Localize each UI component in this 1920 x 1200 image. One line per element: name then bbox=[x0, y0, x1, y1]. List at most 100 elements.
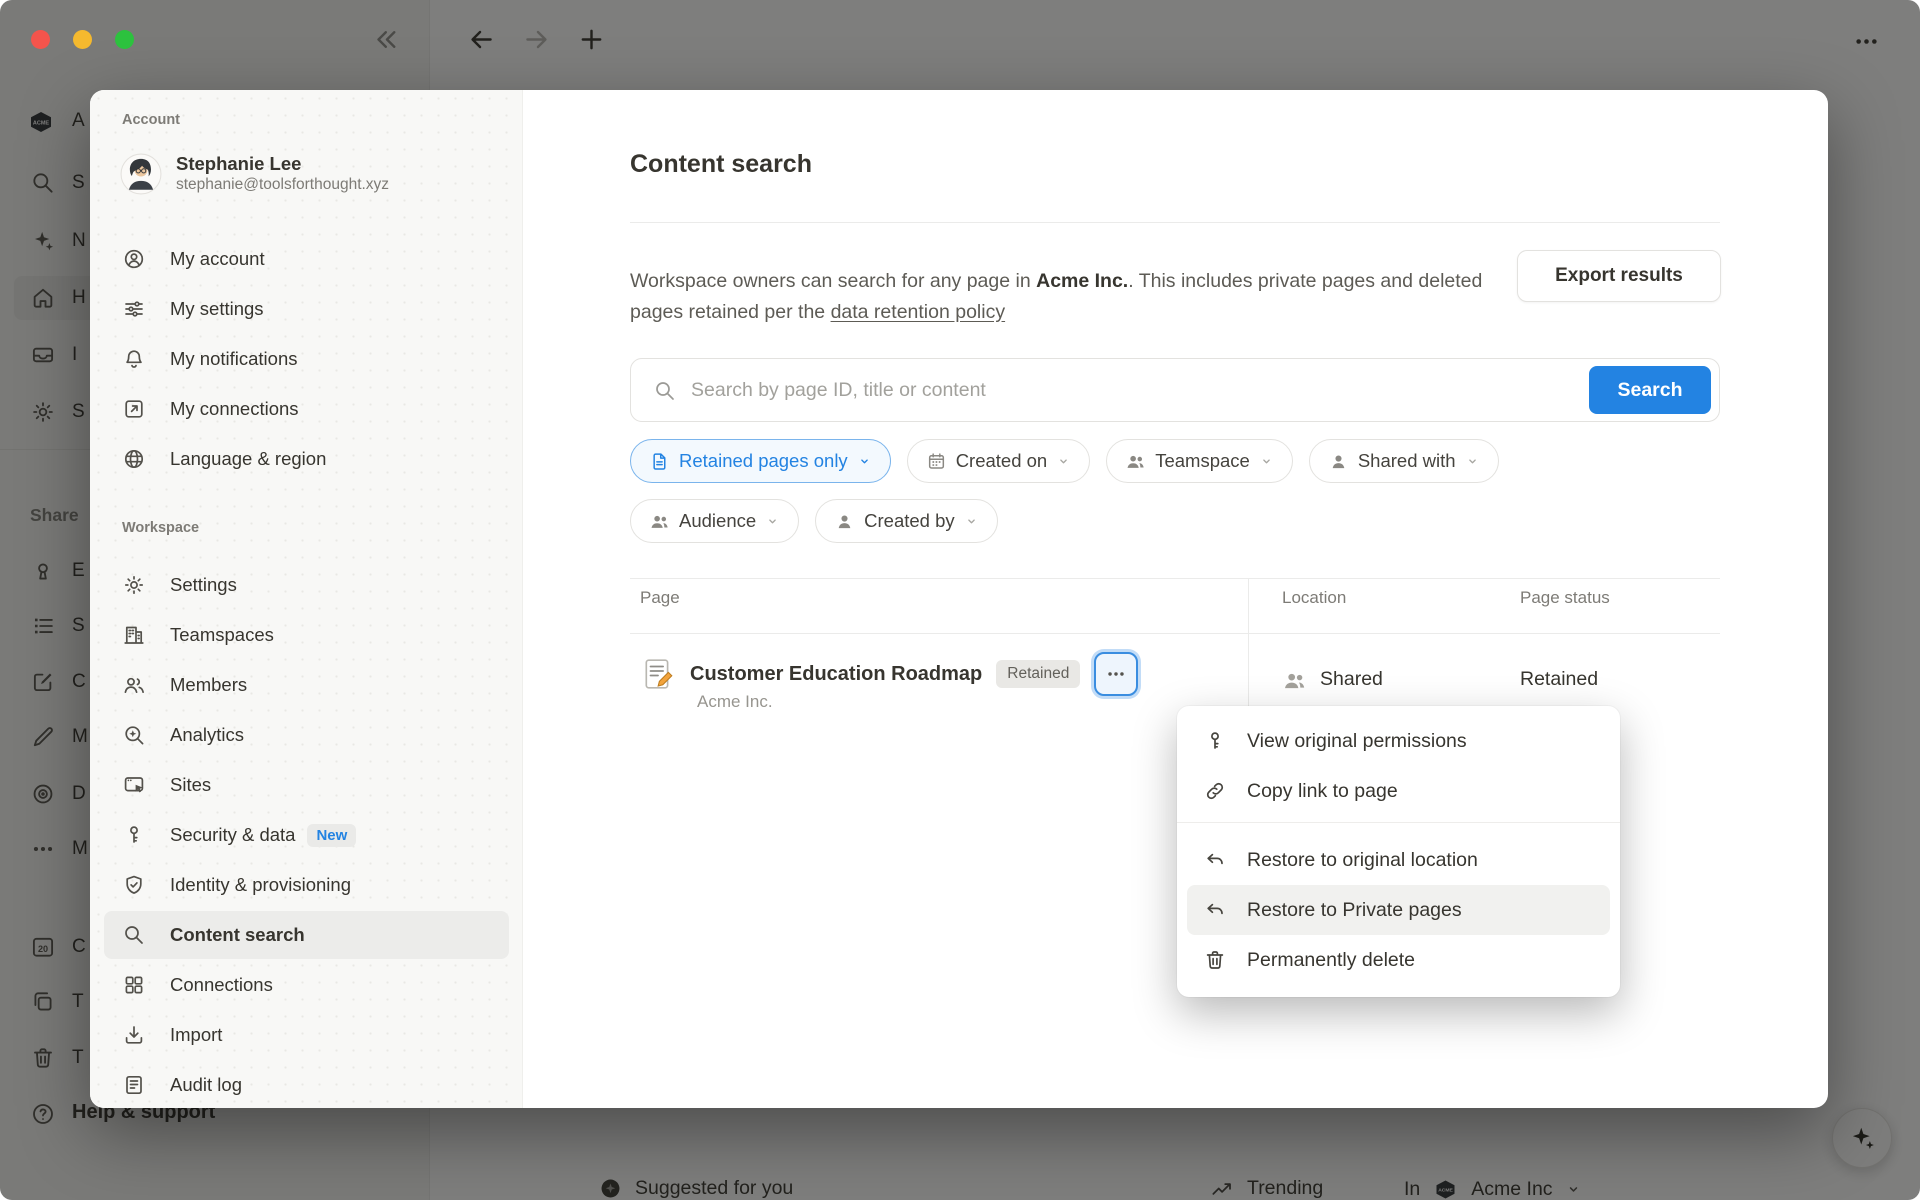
search-icon bbox=[653, 379, 677, 403]
gear-icon bbox=[122, 573, 146, 597]
nav-item-analytics[interactable]: Analytics bbox=[90, 711, 523, 759]
undo-arrow-icon bbox=[1203, 898, 1227, 922]
people-icon bbox=[649, 511, 670, 532]
workspace-name-bold: Acme Inc. bbox=[1036, 270, 1128, 292]
nav-item-settings[interactable]: Settings bbox=[90, 561, 523, 609]
row-actions-menu: View original permissions Copy link to p… bbox=[1177, 706, 1620, 997]
filter-row-2: Audience Created by bbox=[630, 499, 998, 543]
nav-item-security-data[interactable]: Security & data New bbox=[90, 811, 523, 859]
shared-people-icon bbox=[1282, 668, 1307, 693]
app-window: ACME A S N H I S Share E S C M D bbox=[0, 0, 1920, 1200]
nav-item-my-notifications[interactable]: My notifications bbox=[90, 335, 523, 383]
filter-retained-pages-only[interactable]: Retained pages only bbox=[630, 439, 891, 483]
data-retention-policy-link[interactable]: data retention policy bbox=[831, 301, 1006, 323]
external-link-icon bbox=[122, 397, 146, 421]
undo-arrow-icon bbox=[1203, 848, 1227, 872]
page-description: Workspace owners can search for any page… bbox=[630, 266, 1490, 328]
nav-item-audit-log[interactable]: Audit log bbox=[90, 1061, 523, 1108]
user-email: stephanie@toolsforthought.xyz bbox=[176, 175, 389, 195]
column-header-page: Page bbox=[640, 588, 680, 608]
page-title: Content search bbox=[630, 150, 812, 179]
shield-check-icon bbox=[122, 873, 146, 897]
chevron-down-icon bbox=[1465, 454, 1480, 469]
table-row[interactable]: Customer Education Roadmap Retained bbox=[640, 650, 1138, 698]
document-icon bbox=[649, 451, 670, 472]
search-button[interactable]: Search bbox=[1589, 366, 1711, 414]
browser-cursor-icon bbox=[122, 773, 146, 797]
import-icon bbox=[122, 1023, 146, 1047]
page-workspace-subtitle: Acme Inc. bbox=[697, 692, 773, 712]
menu-item-view-original-permissions[interactable]: View original permissions bbox=[1177, 716, 1620, 766]
filter-shared-with[interactable]: Shared with bbox=[1309, 439, 1499, 483]
minimize-window-button[interactable] bbox=[73, 30, 92, 49]
chevron-down-icon bbox=[1056, 454, 1071, 469]
account-section-label: Account bbox=[122, 112, 180, 128]
chevron-down-icon bbox=[964, 514, 979, 529]
retained-badge: Retained bbox=[996, 660, 1080, 688]
globe-icon bbox=[122, 447, 146, 471]
new-badge: New bbox=[307, 824, 356, 847]
avatar bbox=[120, 153, 162, 195]
sliders-icon bbox=[122, 297, 146, 321]
nav-item-sites[interactable]: Sites bbox=[90, 761, 523, 809]
filter-teamspace[interactable]: Teamspace bbox=[1106, 439, 1293, 483]
ellipsis-icon bbox=[1105, 663, 1127, 685]
nav-item-connections[interactable]: Connections bbox=[90, 961, 523, 1009]
column-header-location: Location bbox=[1282, 588, 1346, 608]
nav-item-my-settings[interactable]: My settings bbox=[90, 285, 523, 333]
building-icon bbox=[122, 623, 146, 647]
chevron-down-icon bbox=[1259, 454, 1274, 469]
page-title-cell[interactable]: Customer Education Roadmap bbox=[690, 663, 982, 686]
status-cell: Retained bbox=[1520, 668, 1598, 691]
calendar-icon bbox=[926, 451, 947, 472]
key-icon bbox=[122, 823, 146, 847]
table-header-border bbox=[630, 633, 1720, 634]
key-icon bbox=[1203, 729, 1227, 753]
nav-item-members[interactable]: Members bbox=[90, 661, 523, 709]
search-icon bbox=[122, 923, 146, 947]
user-name: Stephanie Lee bbox=[176, 152, 389, 175]
nav-item-identity-provisioning[interactable]: Identity & provisioning bbox=[90, 861, 523, 909]
nav-item-my-connections[interactable]: My connections bbox=[90, 385, 523, 433]
menu-divider bbox=[1177, 822, 1620, 823]
person-icon bbox=[1328, 451, 1349, 472]
nav-item-teamspaces[interactable]: Teamspaces bbox=[90, 611, 523, 659]
settings-nav: Account Stephanie Lee stephanie@toolsfor… bbox=[90, 90, 523, 1108]
page-memo-icon bbox=[640, 656, 676, 692]
menu-item-permanently-delete[interactable]: Permanently delete bbox=[1177, 935, 1620, 985]
export-results-button[interactable]: Export results bbox=[1517, 250, 1721, 302]
people-icon bbox=[122, 673, 146, 697]
filter-created-on[interactable]: Created on bbox=[907, 439, 1091, 483]
content-search-bar: Search bbox=[630, 358, 1720, 422]
menu-item-restore-private-pages[interactable]: Restore to Private pages bbox=[1187, 885, 1610, 935]
chevron-down-icon bbox=[857, 454, 872, 469]
current-user[interactable]: Stephanie Lee stephanie@toolsforthought.… bbox=[120, 152, 389, 195]
nav-item-content-search[interactable]: Content search bbox=[104, 911, 509, 959]
search-input[interactable] bbox=[689, 360, 1569, 420]
nav-item-import[interactable]: Import bbox=[90, 1011, 523, 1059]
bell-icon bbox=[122, 347, 146, 371]
trash-icon bbox=[1203, 948, 1227, 972]
location-cell: Shared bbox=[1320, 668, 1383, 691]
audit-log-icon bbox=[122, 1073, 146, 1097]
filter-audience[interactable]: Audience bbox=[630, 499, 799, 543]
row-actions-button[interactable] bbox=[1094, 652, 1138, 696]
table-top-border bbox=[630, 578, 1720, 579]
grid-icon bbox=[122, 973, 146, 997]
people-icon bbox=[1125, 451, 1146, 472]
person-circle-icon bbox=[122, 247, 146, 271]
workspace-section-label: Workspace bbox=[122, 520, 199, 536]
menu-item-restore-original-location[interactable]: Restore to original location bbox=[1177, 835, 1620, 885]
nav-item-language-region[interactable]: Language & region bbox=[90, 435, 523, 483]
close-window-button[interactable] bbox=[31, 30, 50, 49]
title-divider bbox=[630, 222, 1720, 223]
zoom-window-button[interactable] bbox=[115, 30, 134, 49]
filter-created-by[interactable]: Created by bbox=[815, 499, 998, 543]
link-icon bbox=[1203, 779, 1227, 803]
analytics-magnifier-icon bbox=[122, 723, 146, 747]
nav-item-my-account[interactable]: My account bbox=[90, 235, 523, 283]
menu-item-copy-link[interactable]: Copy link to page bbox=[1177, 766, 1620, 816]
description-text: Workspace owners can search for any page… bbox=[630, 270, 1036, 292]
person-icon bbox=[834, 511, 855, 532]
column-header-status: Page status bbox=[1520, 588, 1610, 608]
